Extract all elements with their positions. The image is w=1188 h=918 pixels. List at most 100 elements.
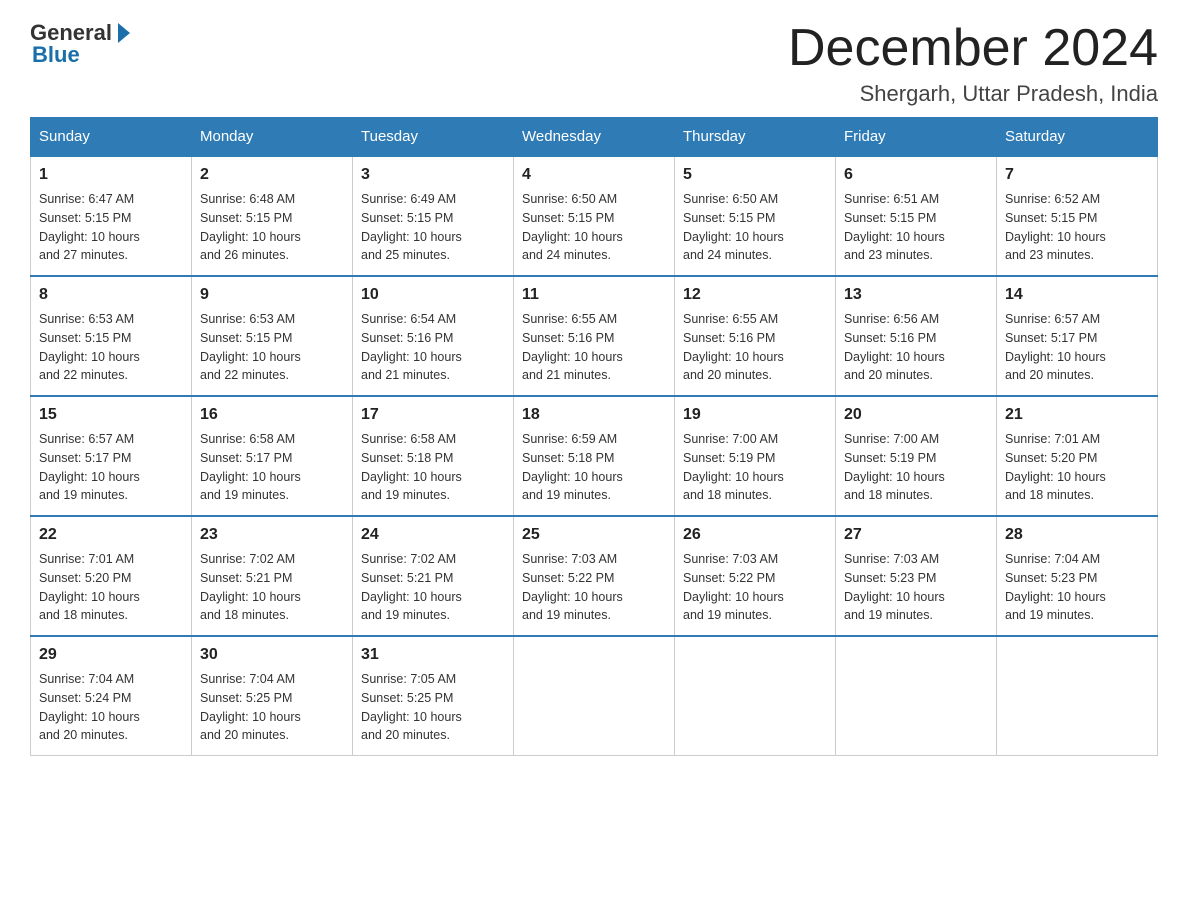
title-block: December 2024 Shergarh, Uttar Pradesh, I… <box>788 20 1158 107</box>
day-info: Sunrise: 6:57 AMSunset: 5:17 PMDaylight:… <box>39 430 183 505</box>
day-number: 15 <box>39 403 183 427</box>
calendar-header-thursday: Thursday <box>675 118 836 157</box>
day-info: Sunrise: 7:03 AMSunset: 5:22 PMDaylight:… <box>683 550 827 625</box>
day-number: 9 <box>200 283 344 307</box>
day-info: Sunrise: 7:05 AMSunset: 5:25 PMDaylight:… <box>361 670 505 745</box>
day-info: Sunrise: 6:53 AMSunset: 5:15 PMDaylight:… <box>39 310 183 385</box>
day-info: Sunrise: 7:04 AMSunset: 5:23 PMDaylight:… <box>1005 550 1149 625</box>
day-info: Sunrise: 7:04 AMSunset: 5:24 PMDaylight:… <box>39 670 183 745</box>
calendar-cell: 29 Sunrise: 7:04 AMSunset: 5:24 PMDayligh… <box>31 636 192 756</box>
calendar-cell: 25 Sunrise: 7:03 AMSunset: 5:22 PMDayligh… <box>514 516 675 636</box>
calendar-cell: 9 Sunrise: 6:53 AMSunset: 5:15 PMDaylight… <box>192 276 353 396</box>
day-number: 23 <box>200 523 344 547</box>
day-info: Sunrise: 6:57 AMSunset: 5:17 PMDaylight:… <box>1005 310 1149 385</box>
calendar-week-row: 29 Sunrise: 7:04 AMSunset: 5:24 PMDayligh… <box>31 636 1158 756</box>
day-number: 26 <box>683 523 827 547</box>
calendar-cell: 8 Sunrise: 6:53 AMSunset: 5:15 PMDaylight… <box>31 276 192 396</box>
day-number: 16 <box>200 403 344 427</box>
day-number: 8 <box>39 283 183 307</box>
day-info: Sunrise: 6:47 AMSunset: 5:15 PMDaylight:… <box>39 190 183 265</box>
calendar-cell <box>997 636 1158 756</box>
calendar-header-saturday: Saturday <box>997 118 1158 157</box>
day-info: Sunrise: 6:52 AMSunset: 5:15 PMDaylight:… <box>1005 190 1149 265</box>
day-info: Sunrise: 7:03 AMSunset: 5:22 PMDaylight:… <box>522 550 666 625</box>
calendar-cell: 23 Sunrise: 7:02 AMSunset: 5:21 PMDayligh… <box>192 516 353 636</box>
calendar-body: 1Sunrise: 6:47 AMSunset: 5:15 PMDaylight… <box>31 156 1158 756</box>
calendar-cell <box>836 636 997 756</box>
day-info: Sunrise: 6:53 AMSunset: 5:15 PMDaylight:… <box>200 310 344 385</box>
calendar-cell: 24Sunrise: 7:02 AMSunset: 5:21 PMDayligh… <box>353 516 514 636</box>
calendar-header-wednesday: Wednesday <box>514 118 675 157</box>
calendar-cell: 28 Sunrise: 7:04 AMSunset: 5:23 PMDayligh… <box>997 516 1158 636</box>
calendar-cell: 5 Sunrise: 6:50 AMSunset: 5:15 PMDaylight… <box>675 156 836 276</box>
calendar-header-friday: Friday <box>836 118 997 157</box>
calendar-cell: 21 Sunrise: 7:01 AMSunset: 5:20 PMDayligh… <box>997 396 1158 516</box>
page-header: General Blue December 2024 Shergarh, Utt… <box>30 20 1158 107</box>
calendar-cell: 2Sunrise: 6:48 AMSunset: 5:15 PMDaylight… <box>192 156 353 276</box>
calendar-cell: 13 Sunrise: 6:56 AMSunset: 5:16 PMDayligh… <box>836 276 997 396</box>
calendar-cell: 10Sunrise: 6:54 AMSunset: 5:16 PMDayligh… <box>353 276 514 396</box>
day-number: 19 <box>683 403 827 427</box>
day-number: 14 <box>1005 283 1149 307</box>
day-info: Sunrise: 6:50 AMSunset: 5:15 PMDaylight:… <box>683 190 827 265</box>
calendar-cell: 17 Sunrise: 6:58 AMSunset: 5:18 PMDayligh… <box>353 396 514 516</box>
logo: General Blue <box>30 20 130 68</box>
day-number: 30 <box>200 643 344 667</box>
day-info: Sunrise: 7:01 AMSunset: 5:20 PMDaylight:… <box>1005 430 1149 505</box>
calendar-cell: 1Sunrise: 6:47 AMSunset: 5:15 PMDaylight… <box>31 156 192 276</box>
calendar-cell: 18Sunrise: 6:59 AMSunset: 5:18 PMDayligh… <box>514 396 675 516</box>
calendar-week-row: 8 Sunrise: 6:53 AMSunset: 5:15 PMDaylight… <box>31 276 1158 396</box>
day-number: 5 <box>683 163 827 187</box>
day-info: Sunrise: 7:01 AMSunset: 5:20 PMDaylight:… <box>39 550 183 625</box>
day-info: Sunrise: 7:03 AMSunset: 5:23 PMDaylight:… <box>844 550 988 625</box>
day-number: 12 <box>683 283 827 307</box>
calendar-cell: 7Sunrise: 6:52 AMSunset: 5:15 PMDaylight… <box>997 156 1158 276</box>
day-number: 28 <box>1005 523 1149 547</box>
calendar-cell <box>675 636 836 756</box>
calendar-table: SundayMondayTuesdayWednesdayThursdayFrid… <box>30 117 1158 756</box>
day-info: Sunrise: 6:58 AMSunset: 5:18 PMDaylight:… <box>361 430 505 505</box>
calendar-cell: 15 Sunrise: 6:57 AMSunset: 5:17 PMDayligh… <box>31 396 192 516</box>
calendar-header-row: SundayMondayTuesdayWednesdayThursdayFrid… <box>31 118 1158 157</box>
day-number: 20 <box>844 403 988 427</box>
day-number: 22 <box>39 523 183 547</box>
day-info: Sunrise: 6:55 AMSunset: 5:16 PMDaylight:… <box>522 310 666 385</box>
day-number: 17 <box>361 403 505 427</box>
location-title: Shergarh, Uttar Pradesh, India <box>788 81 1158 107</box>
calendar-cell: 26 Sunrise: 7:03 AMSunset: 5:22 PMDayligh… <box>675 516 836 636</box>
calendar-cell: 31Sunrise: 7:05 AMSunset: 5:25 PMDayligh… <box>353 636 514 756</box>
day-info: Sunrise: 6:49 AMSunset: 5:15 PMDaylight:… <box>361 190 505 265</box>
month-title: December 2024 <box>788 20 1158 77</box>
calendar-cell: 12Sunrise: 6:55 AMSunset: 5:16 PMDayligh… <box>675 276 836 396</box>
calendar-week-row: 22 Sunrise: 7:01 AMSunset: 5:20 PMDayligh… <box>31 516 1158 636</box>
day-info: Sunrise: 7:02 AMSunset: 5:21 PMDaylight:… <box>361 550 505 625</box>
day-info: Sunrise: 6:48 AMSunset: 5:15 PMDaylight:… <box>200 190 344 265</box>
day-number: 25 <box>522 523 666 547</box>
day-info: Sunrise: 6:58 AMSunset: 5:17 PMDaylight:… <box>200 430 344 505</box>
calendar-week-row: 15 Sunrise: 6:57 AMSunset: 5:17 PMDayligh… <box>31 396 1158 516</box>
day-info: Sunrise: 6:59 AMSunset: 5:18 PMDaylight:… <box>522 430 666 505</box>
day-number: 4 <box>522 163 666 187</box>
day-number: 27 <box>844 523 988 547</box>
calendar-cell: 19 Sunrise: 7:00 AMSunset: 5:19 PMDayligh… <box>675 396 836 516</box>
calendar-cell: 6 Sunrise: 6:51 AMSunset: 5:15 PMDaylight… <box>836 156 997 276</box>
logo-blue: Blue <box>32 42 80 68</box>
calendar-cell <box>514 636 675 756</box>
day-info: Sunrise: 7:04 AMSunset: 5:25 PMDaylight:… <box>200 670 344 745</box>
day-number: 13 <box>844 283 988 307</box>
day-number: 21 <box>1005 403 1149 427</box>
calendar-cell: 4Sunrise: 6:50 AMSunset: 5:15 PMDaylight… <box>514 156 675 276</box>
calendar-cell: 30 Sunrise: 7:04 AMSunset: 5:25 PMDayligh… <box>192 636 353 756</box>
day-info: Sunrise: 7:02 AMSunset: 5:21 PMDaylight:… <box>200 550 344 625</box>
day-info: Sunrise: 7:00 AMSunset: 5:19 PMDaylight:… <box>844 430 988 505</box>
day-number: 6 <box>844 163 988 187</box>
day-info: Sunrise: 6:56 AMSunset: 5:16 PMDaylight:… <box>844 310 988 385</box>
day-info: Sunrise: 6:54 AMSunset: 5:16 PMDaylight:… <box>361 310 505 385</box>
day-info: Sunrise: 6:51 AMSunset: 5:15 PMDaylight:… <box>844 190 988 265</box>
calendar-header-sunday: Sunday <box>31 118 192 157</box>
day-number: 29 <box>39 643 183 667</box>
day-number: 3 <box>361 163 505 187</box>
calendar-cell: 3 Sunrise: 6:49 AMSunset: 5:15 PMDaylight… <box>353 156 514 276</box>
day-info: Sunrise: 7:00 AMSunset: 5:19 PMDaylight:… <box>683 430 827 505</box>
calendar-week-row: 1Sunrise: 6:47 AMSunset: 5:15 PMDaylight… <box>31 156 1158 276</box>
